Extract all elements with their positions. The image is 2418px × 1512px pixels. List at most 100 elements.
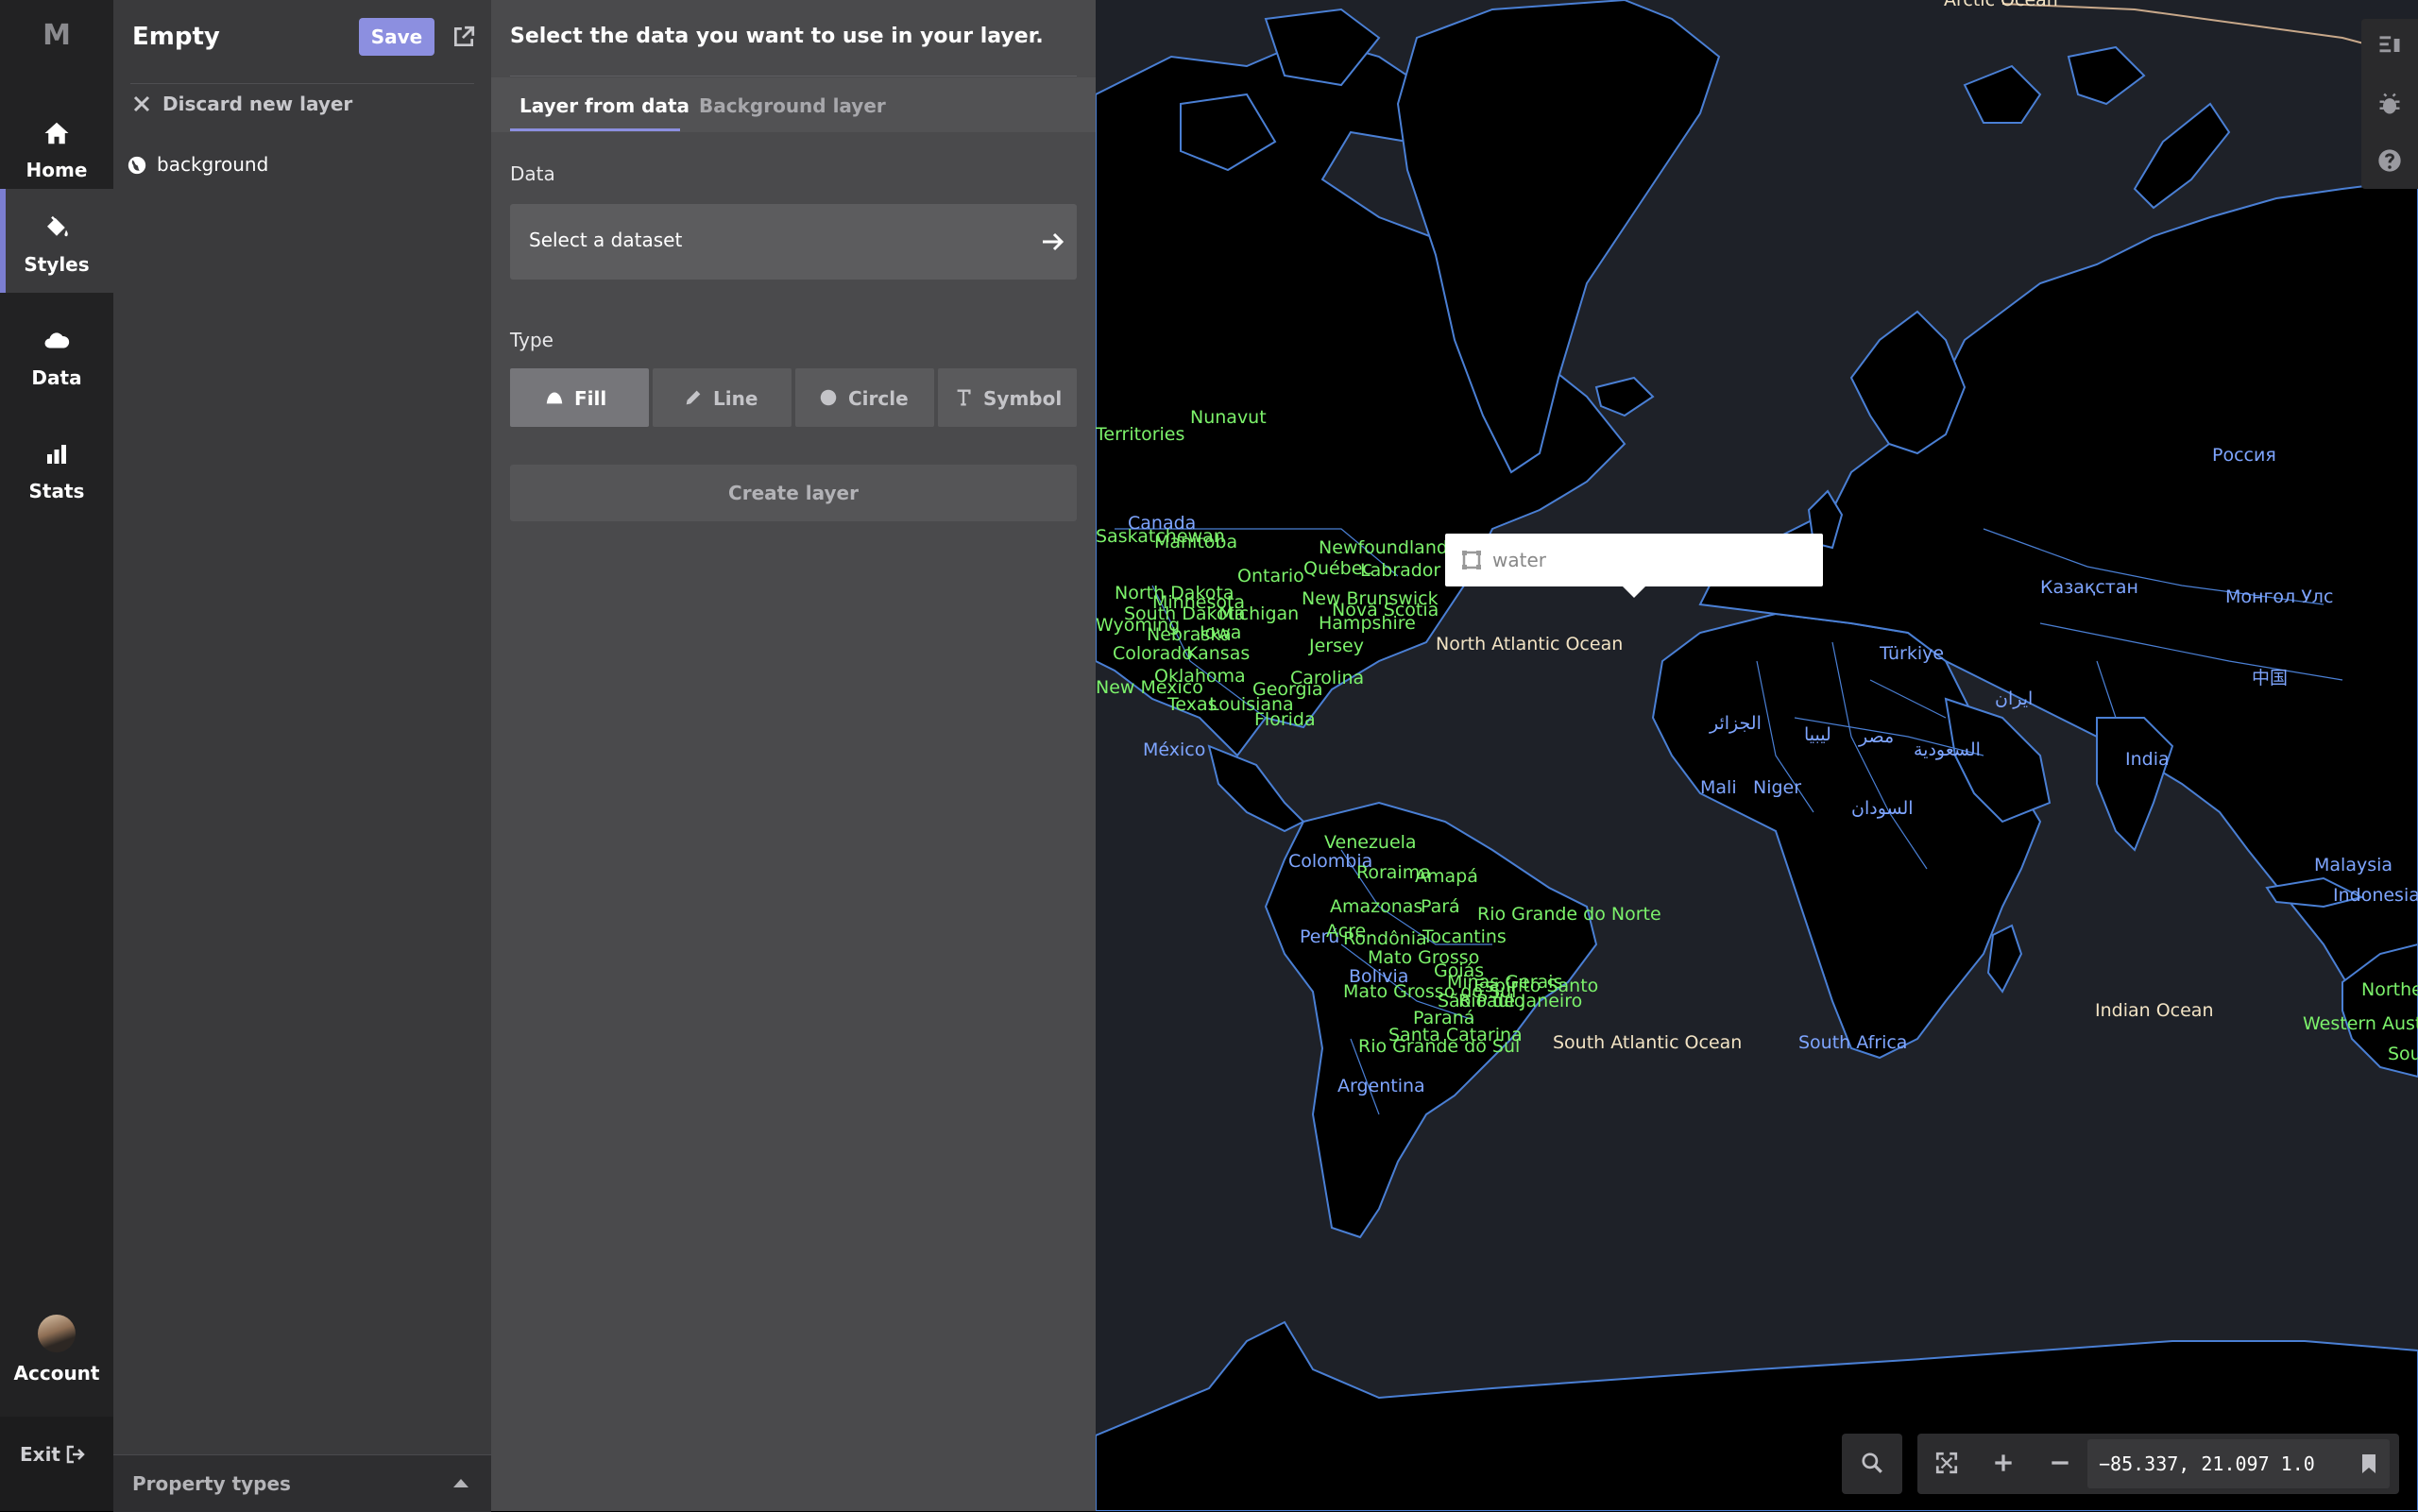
caret-up-icon bbox=[453, 1479, 468, 1487]
dataset-placeholder: Select a dataset bbox=[529, 229, 683, 251]
bookmark-icon[interactable] bbox=[2359, 1453, 2378, 1475]
style-title[interactable]: Empty bbox=[132, 23, 220, 51]
label-amapa: Amapá bbox=[1415, 866, 1478, 887]
discard-label: Discard new layer bbox=[162, 93, 353, 115]
fullscreen-icon[interactable] bbox=[1934, 1451, 1959, 1475]
external-link-icon[interactable] bbox=[451, 25, 476, 49]
label-mali: Mali bbox=[1700, 777, 1737, 798]
type-symbol-label: Symbol bbox=[983, 387, 1063, 410]
create-layer-button[interactable]: Create layer bbox=[510, 465, 1077, 521]
select-dataset-button[interactable]: Select a dataset bbox=[510, 204, 1077, 280]
label-labrador: Labrador bbox=[1360, 560, 1440, 581]
account-label: Account bbox=[13, 1362, 100, 1385]
type-line-button[interactable]: Line bbox=[653, 368, 792, 427]
layer-type-selector: Fill Line Circle Symbol bbox=[510, 368, 1077, 427]
label-india: India bbox=[2125, 749, 2170, 770]
globe-icon bbox=[128, 156, 146, 175]
type-fill-button[interactable]: Fill bbox=[510, 368, 649, 427]
world-map: Arctic Ocean Nunavut Territories Canada … bbox=[1096, 0, 2418, 1511]
label-newfoundland: Newfoundland bbox=[1319, 537, 1448, 558]
map-search-button[interactable] bbox=[1842, 1434, 1902, 1494]
help-icon[interactable] bbox=[2376, 147, 2403, 174]
layers-toggle-icon[interactable] bbox=[2376, 32, 2403, 59]
label-china: 中国 bbox=[2252, 668, 2288, 688]
nav-data[interactable]: Data bbox=[0, 302, 113, 406]
label-argentina: Argentina bbox=[1337, 1076, 1425, 1096]
type-circle-button[interactable]: Circle bbox=[795, 368, 934, 427]
label-sudan: السودان bbox=[1851, 798, 1914, 819]
label-espirito-santo: Espírito Santo bbox=[1473, 976, 1598, 996]
label-rio-grande-sul: Rio Grande do Sul bbox=[1358, 1036, 1520, 1057]
new-layer-heading: Select the data you want to use in your … bbox=[510, 25, 1044, 48]
nav-stats-label: Stats bbox=[28, 480, 85, 502]
pencil-icon bbox=[686, 390, 701, 405]
label-tocantins: Tocantins bbox=[1422, 926, 1507, 947]
fill-icon bbox=[546, 392, 563, 404]
label-northern: Northe bbox=[2361, 979, 2418, 1000]
app-logo[interactable]: M bbox=[0, 19, 113, 52]
nav-stats[interactable]: Stats bbox=[0, 416, 113, 519]
label-jersey: Jersey bbox=[1308, 636, 1364, 656]
home-icon bbox=[44, 122, 69, 144]
label-colorado: Colorado bbox=[1113, 643, 1193, 664]
coordinates-readout: −85.337, 21.097 1.0 bbox=[2099, 1453, 2315, 1475]
zoom-out-icon[interactable] bbox=[2048, 1451, 2072, 1475]
tooltip-label: water bbox=[1492, 549, 1546, 571]
label-libya: ليبيا bbox=[1804, 724, 1831, 745]
label-georgia: Georgia bbox=[1252, 679, 1323, 700]
label-hampshire: Hampshire bbox=[1319, 613, 1416, 634]
tooltip-pointer bbox=[1623, 586, 1645, 598]
label-russia: Россия bbox=[2212, 445, 2276, 466]
tab-background-layer[interactable]: Background layer bbox=[699, 94, 886, 117]
property-types-toggle[interactable]: Property types bbox=[113, 1454, 491, 1512]
layer-name: background bbox=[157, 153, 269, 176]
new-layer-panel: Select the data you want to use in your … bbox=[491, 0, 1096, 1511]
nav-styles-label: Styles bbox=[24, 253, 90, 276]
nav-home[interactable]: Home bbox=[0, 94, 113, 198]
panel-divider bbox=[130, 83, 474, 84]
close-icon bbox=[133, 95, 150, 112]
label-niger: Niger bbox=[1753, 777, 1801, 798]
zoom-in-icon[interactable] bbox=[1991, 1451, 2016, 1475]
label-algeria: الجزائر bbox=[1709, 713, 1762, 734]
label-kazakhstan: Казақстан bbox=[2040, 577, 2138, 598]
label-kansas: Kansas bbox=[1186, 643, 1250, 664]
data-section-label: Data bbox=[510, 162, 555, 185]
bug-icon[interactable] bbox=[2376, 91, 2403, 117]
type-circle-label: Circle bbox=[848, 387, 909, 410]
coordinates-display: −85.337, 21.097 1.0 bbox=[2087, 1439, 2390, 1488]
label-mongolia: Монгол Улс bbox=[2225, 586, 2333, 607]
label-malaysia: Malaysia bbox=[2314, 855, 2392, 875]
type-line-label: Line bbox=[713, 387, 758, 410]
label-venezuela: Venezuela bbox=[1324, 832, 1417, 853]
exit-label: Exit bbox=[20, 1443, 60, 1466]
save-button[interactable]: Save bbox=[359, 18, 434, 56]
type-symbol-button[interactable]: Symbol bbox=[938, 368, 1077, 427]
map-right-toolbar bbox=[2361, 19, 2418, 189]
label-south-africa: South Africa bbox=[1798, 1032, 1907, 1053]
text-symbol-icon bbox=[957, 389, 971, 406]
label-mexico: México bbox=[1143, 739, 1205, 760]
label-amazonas: Amazonas bbox=[1330, 896, 1422, 917]
main-nav: M Home Styles Data Stats Account Exit bbox=[0, 0, 113, 1511]
layer-source-tabs: Layer from data Background layer bbox=[491, 77, 1096, 132]
label-michigan: Michigan bbox=[1218, 603, 1299, 624]
tab-layer-from-data[interactable]: Layer from data bbox=[519, 94, 690, 117]
exit-button[interactable]: Exit bbox=[0, 1417, 113, 1511]
label-indonesia: Indonesia bbox=[2333, 885, 2418, 906]
label-south-atlantic: South Atlantic Ocean bbox=[1553, 1032, 1742, 1053]
map-canvas[interactable]: Arctic Ocean Nunavut Territories Canada … bbox=[1096, 0, 2418, 1511]
nav-home-label: Home bbox=[26, 159, 88, 181]
label-iowa: Iowa bbox=[1200, 622, 1241, 643]
label-north-atlantic: North Atlantic Ocean bbox=[1436, 634, 1623, 654]
avatar bbox=[38, 1315, 76, 1352]
label-para: Pará bbox=[1421, 896, 1460, 917]
bar-chart-icon bbox=[47, 445, 66, 464]
label-egypt: مصر bbox=[1858, 726, 1894, 747]
active-tab-indicator bbox=[510, 128, 680, 131]
account-button[interactable]: Account bbox=[0, 1313, 113, 1388]
nav-styles[interactable]: Styles bbox=[0, 189, 113, 293]
circle-icon bbox=[820, 389, 837, 406]
type-section-label: Type bbox=[510, 329, 553, 351]
label-manitoba: Manitoba bbox=[1154, 532, 1237, 552]
